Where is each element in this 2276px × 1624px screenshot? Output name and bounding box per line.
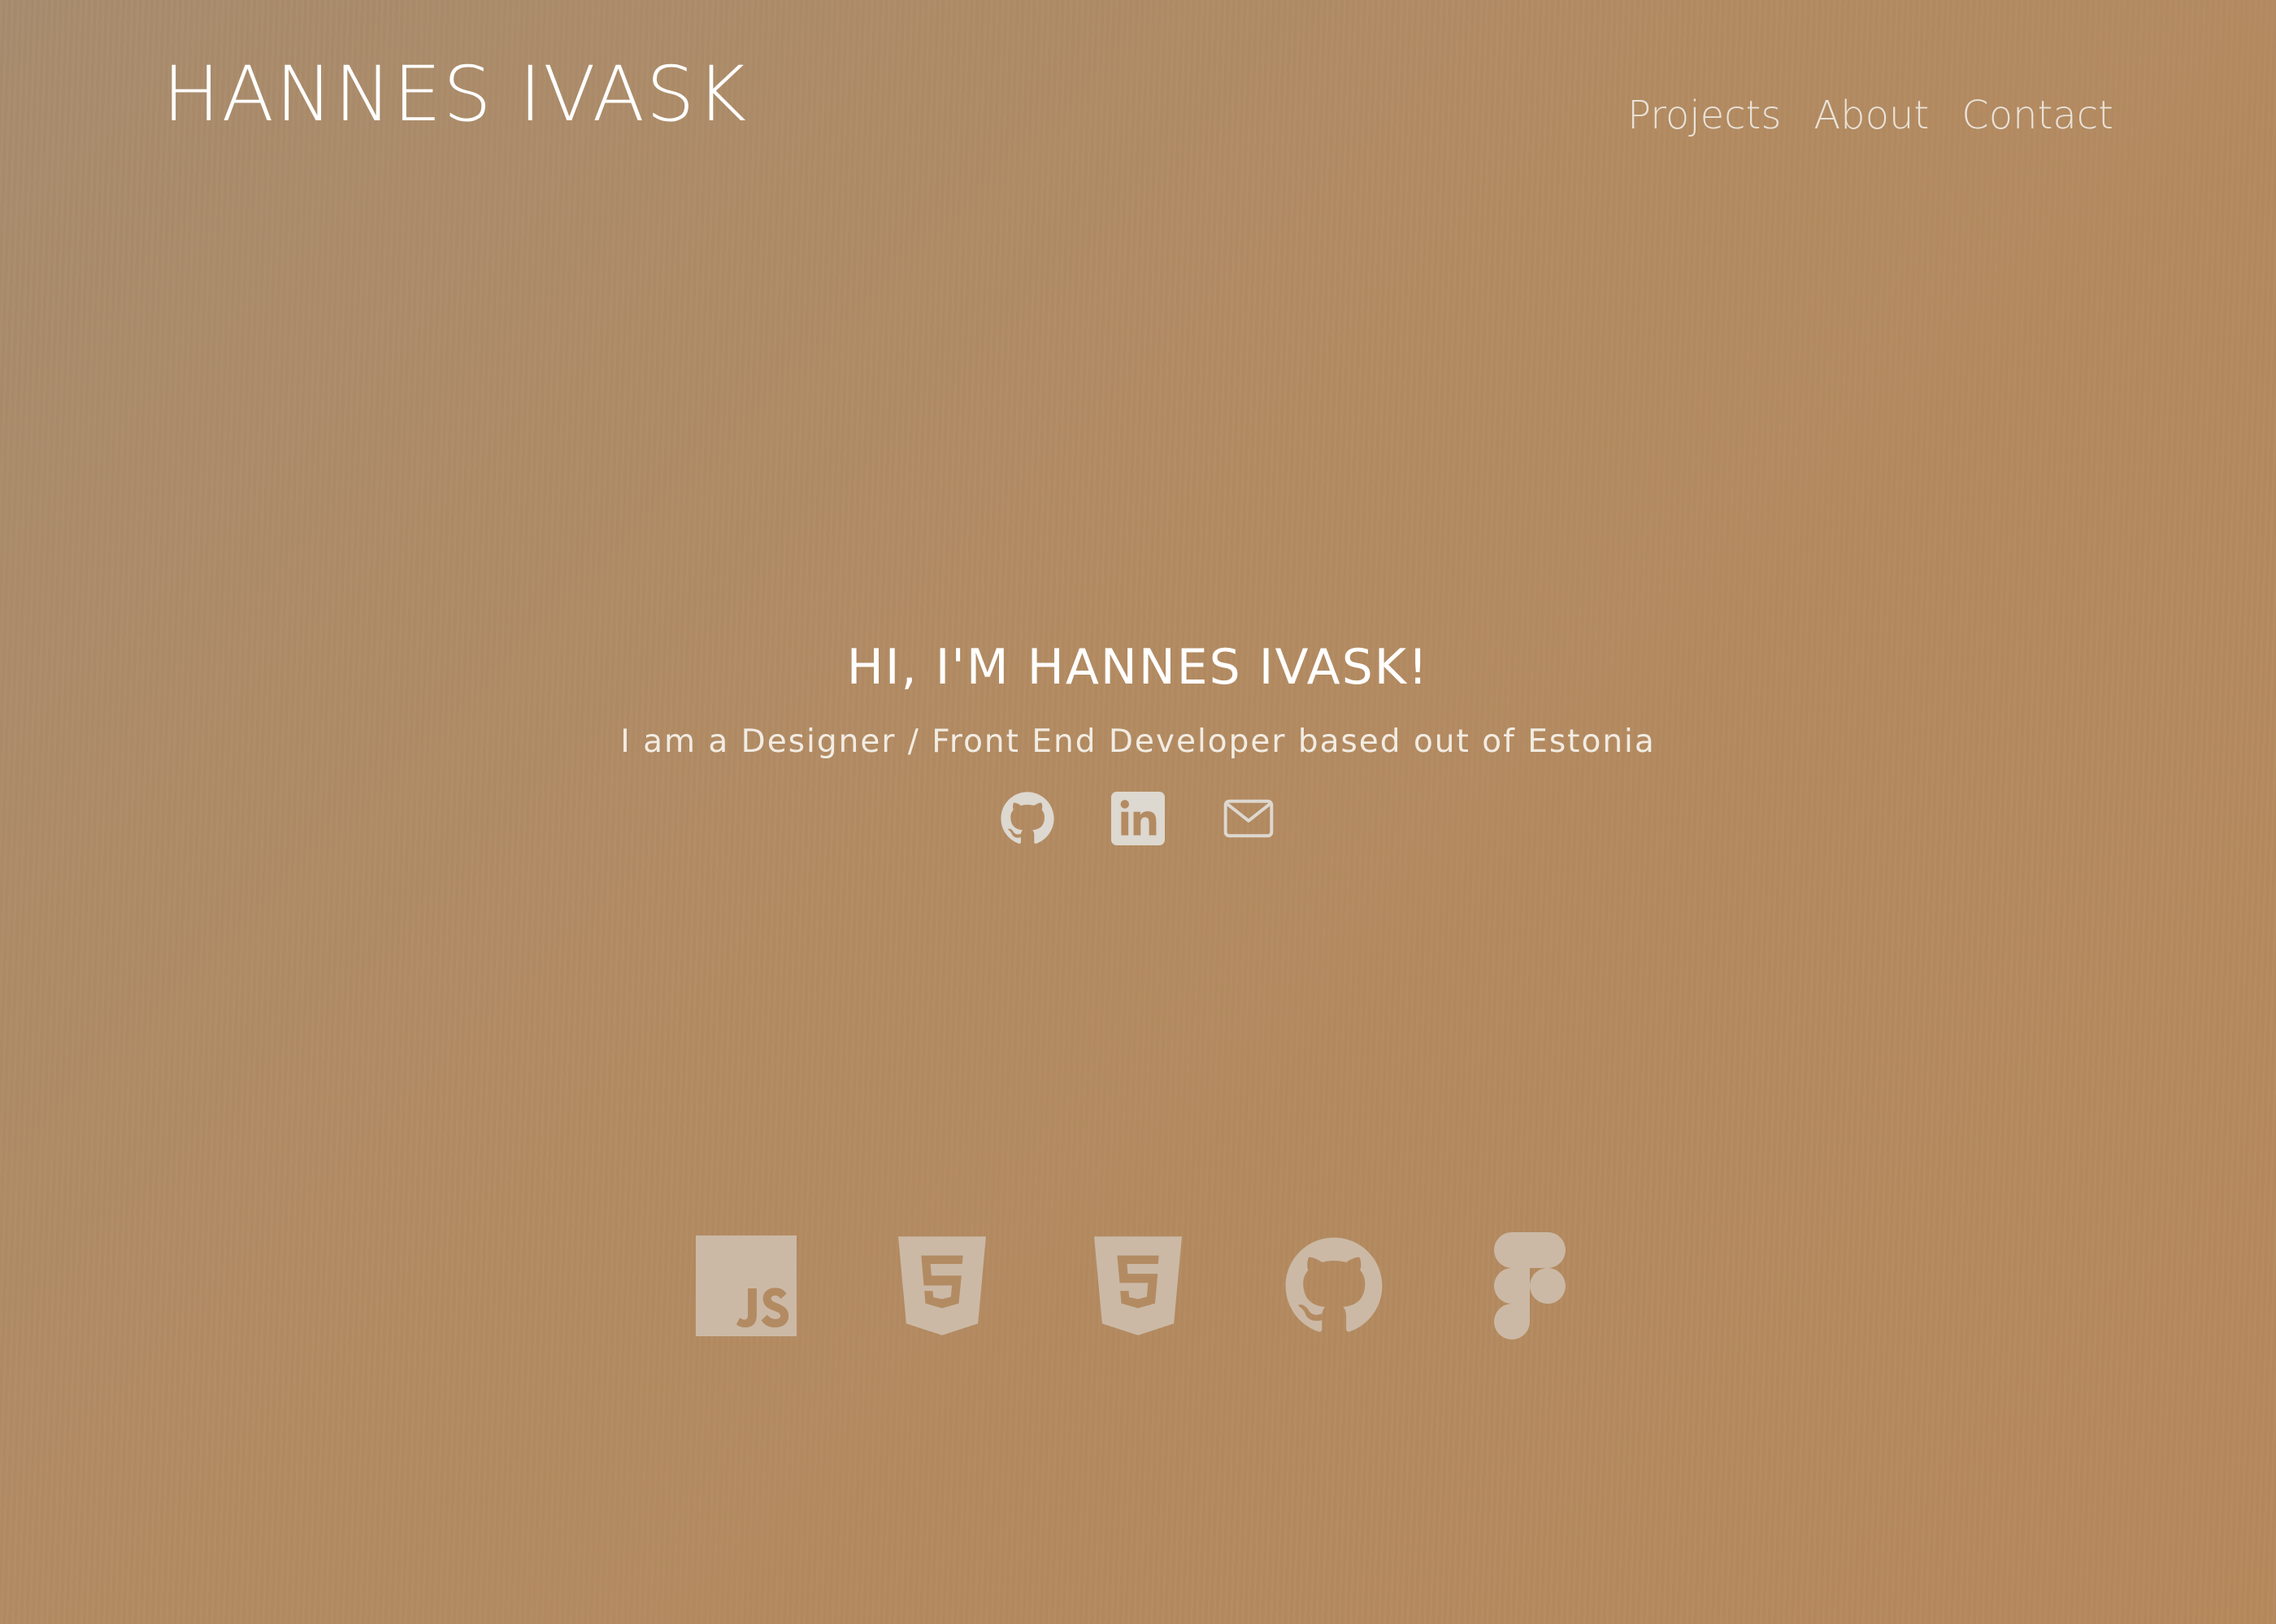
hero-subtitle: I am a Designer / Front End Developer ba… (620, 723, 1656, 760)
javascript-tech (695, 1231, 797, 1340)
hero-title: HI, I'M HANNES IVASK! (846, 639, 1430, 696)
javascript-icon (696, 1235, 797, 1336)
github-icon (1001, 792, 1054, 844)
nav-contact-link[interactable]: Contact (1961, 96, 2113, 135)
email-link[interactable] (1221, 791, 1276, 846)
nav-projects-link[interactable]: Projects (1627, 96, 1781, 135)
github-link[interactable] (1000, 791, 1055, 846)
css3-icon (1094, 1236, 1182, 1335)
nav-about-link[interactable]: About (1813, 96, 1929, 135)
site-logo[interactable]: HANNES IVASK (163, 57, 748, 133)
figma-icon (1494, 1232, 1566, 1340)
github-tech (1283, 1231, 1385, 1340)
tech-stack (0, 1231, 2276, 1340)
figma-tech (1479, 1231, 1581, 1340)
css3-tech (1087, 1231, 1189, 1340)
github-icon (1285, 1237, 1383, 1332)
html5-icon (898, 1236, 986, 1335)
linkedin-icon (1111, 791, 1165, 845)
mail-icon (1223, 799, 1274, 838)
social-links (0, 791, 2276, 846)
hero-section: HI, I'M HANNES IVASK! I am a Designer / … (0, 640, 2276, 846)
main-nav: Projects About Contact (1627, 96, 2113, 135)
linkedin-link[interactable] (1110, 791, 1166, 846)
html5-tech (891, 1231, 993, 1340)
